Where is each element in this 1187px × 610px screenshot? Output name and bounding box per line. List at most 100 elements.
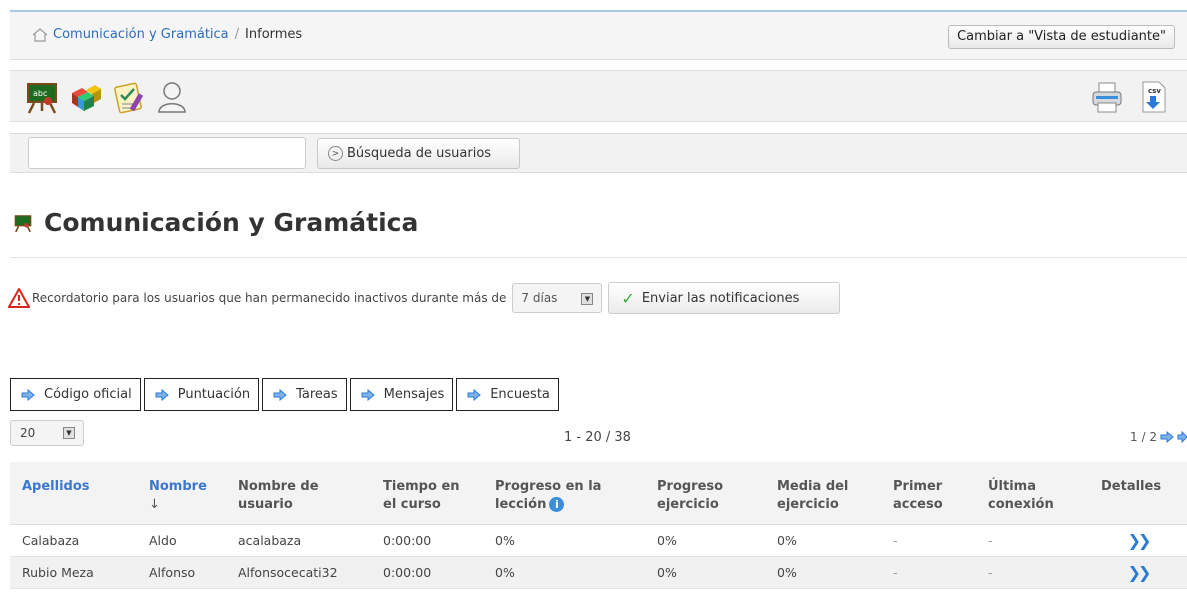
cell-username: acalabaza bbox=[226, 524, 371, 557]
col-lastname[interactable]: Apellidos bbox=[10, 462, 137, 525]
cell-first-access: - bbox=[881, 556, 976, 589]
svg-text:csv: csv bbox=[1148, 87, 1161, 95]
col-last-label-1: Última bbox=[988, 479, 1037, 494]
cell-lastname: Rubio Meza bbox=[10, 556, 137, 589]
tab-score[interactable]: Puntuación bbox=[143, 378, 260, 411]
col-progress-label-2: lección bbox=[495, 497, 547, 512]
course-board-icon bbox=[14, 214, 32, 232]
tab-label: Encuesta bbox=[490, 387, 550, 402]
col-last-label-2: conexión bbox=[988, 497, 1054, 512]
col-exercise-label-1: Progreso bbox=[657, 479, 724, 494]
arrow-right-icon bbox=[467, 388, 481, 401]
col-avg-label-2: ejercicio bbox=[777, 497, 839, 512]
breadcrumb-current: Informes bbox=[245, 27, 303, 42]
col-last-connection[interactable]: Última conexión bbox=[976, 462, 1089, 525]
user-search-button[interactable]: > Búsqueda de usuarios bbox=[317, 138, 520, 169]
result-range: 1 - 20 / 38 bbox=[564, 430, 631, 445]
checkmark-icon: ✓ bbox=[621, 288, 635, 308]
checklist-icon[interactable] bbox=[110, 79, 146, 115]
cell-exercise: 0% bbox=[645, 524, 765, 557]
page-title: Comunicación y Gramática bbox=[12, 208, 418, 237]
cell-avg: 0% bbox=[765, 556, 881, 589]
search-bar: > Búsqueda de usuarios bbox=[10, 133, 1187, 173]
breadcrumb-course-link[interactable]: Comunicación y Gramática bbox=[53, 27, 229, 42]
reminder-text: Recordatorio para los usuarios que han p… bbox=[32, 291, 507, 305]
cell-progress: 0% bbox=[483, 524, 645, 557]
col-progress-label-1: Progreso en la bbox=[495, 479, 602, 494]
inactive-days-select[interactable]: 7 días ▼ bbox=[512, 283, 603, 313]
inactive-days-value: 7 días bbox=[521, 291, 558, 305]
tab-survey[interactable]: Encuesta bbox=[456, 378, 559, 411]
cell-firstname: Alfonso bbox=[137, 556, 226, 589]
per-page-select[interactable]: 20 ▼ bbox=[10, 420, 84, 446]
send-notifications-button[interactable]: ✓ Enviar las notificaciones bbox=[608, 282, 841, 314]
cell-time: 0:00:00 bbox=[371, 524, 483, 557]
info-icon[interactable]: i bbox=[549, 497, 565, 512]
details-chevron-icon[interactable]: ❯❯ bbox=[1128, 563, 1152, 582]
next-page-icon[interactable] bbox=[1159, 431, 1175, 443]
last-page-icon[interactable] bbox=[1177, 431, 1187, 443]
csv-export-icon[interactable]: csv bbox=[1135, 79, 1171, 115]
cell-details: ❯❯ bbox=[1089, 524, 1187, 557]
breadcrumb-bar: Comunicación y Gramática / Informes Camb… bbox=[10, 12, 1187, 60]
table-header-row: Apellidos Nombre ↓ Nombre de usuario Tiemp… bbox=[10, 462, 1187, 525]
col-time-label-1: Tiempo en bbox=[383, 479, 460, 494]
col-firstname[interactable]: Nombre ↓ bbox=[137, 462, 226, 525]
col-first-label-2: acceso bbox=[893, 497, 943, 512]
col-time[interactable]: Tiempo en el curso bbox=[371, 462, 483, 525]
inactivity-reminder: Recordatorio para los usuarios que han p… bbox=[8, 282, 841, 314]
chevron-right-icon: > bbox=[328, 146, 343, 161]
home-icon[interactable] bbox=[32, 27, 48, 42]
tab-label: Tareas bbox=[296, 387, 338, 402]
col-time-label-2: el curso bbox=[383, 497, 441, 512]
dropdown-arrow-icon: ▼ bbox=[63, 427, 75, 439]
table-row: Calabaza Aldo acalabaza 0:00:00 0% 0% 0%… bbox=[10, 524, 1187, 557]
col-exercise-progress[interactable]: Progreso ejercicio bbox=[645, 462, 765, 525]
col-details: Detalles bbox=[1089, 462, 1187, 525]
cell-avg: 0% bbox=[765, 524, 881, 557]
tab-tasks[interactable]: Tareas bbox=[262, 378, 347, 411]
breadcrumb-separator: / bbox=[234, 27, 240, 42]
per-page-value: 20 bbox=[20, 426, 36, 440]
warning-icon bbox=[8, 288, 30, 308]
print-icon[interactable] bbox=[1089, 79, 1125, 115]
user-search-label: Búsqueda de usuarios bbox=[347, 146, 492, 161]
col-first-access[interactable]: Primer acceso bbox=[881, 462, 976, 525]
details-chevron-icon[interactable]: ❯❯ bbox=[1128, 531, 1152, 550]
tab-label: Mensajes bbox=[383, 387, 445, 402]
toolbar: abc csv bbox=[10, 70, 1187, 122]
page-info: 1 / 2 bbox=[1130, 430, 1157, 444]
col-username-label-2: usuario bbox=[238, 497, 293, 512]
table-row: Rubio Meza Alfonso Alfonsocecati32 0:00:… bbox=[10, 556, 1187, 589]
user-icon[interactable] bbox=[154, 79, 190, 115]
cell-firstname: Aldo bbox=[137, 524, 226, 557]
col-lastname-label: Apellidos bbox=[22, 479, 90, 494]
page-title-text: Comunicación y Gramática bbox=[44, 208, 419, 237]
user-search-input[interactable] bbox=[28, 137, 306, 169]
cell-details: ❯❯ bbox=[1089, 556, 1187, 589]
col-exercise-label-2: ejercicio bbox=[657, 497, 719, 512]
svg-text:abc: abc bbox=[33, 89, 47, 98]
col-firstname-label: Nombre bbox=[149, 479, 207, 494]
cell-last-connection: - bbox=[976, 556, 1089, 589]
tab-label: Puntuación bbox=[177, 387, 251, 402]
student-view-button[interactable]: Cambiar a "Vista de estudiante" bbox=[948, 25, 1175, 49]
cell-progress: 0% bbox=[483, 556, 645, 589]
arrow-right-icon bbox=[361, 388, 375, 401]
blocks-icon[interactable] bbox=[68, 79, 104, 115]
col-username[interactable]: Nombre de usuario bbox=[226, 462, 371, 525]
col-avg-label-1: Media del bbox=[777, 479, 849, 494]
dropdown-arrow-icon: ▼ bbox=[581, 293, 594, 305]
col-username-label-1: Nombre de bbox=[238, 479, 319, 494]
col-lesson-progress[interactable]: Progreso en la lección i bbox=[483, 462, 645, 525]
cell-last-connection: - bbox=[976, 524, 1089, 557]
col-first-label-1: Primer bbox=[893, 479, 943, 494]
arrow-right-icon bbox=[273, 388, 287, 401]
course-board-icon[interactable]: abc bbox=[24, 79, 60, 115]
tab-label: Código oficial bbox=[44, 387, 132, 402]
cell-username: Alfonsocecati32 bbox=[226, 556, 371, 589]
tab-messages[interactable]: Mensajes bbox=[349, 378, 454, 411]
col-exercise-avg[interactable]: Media del ejercicio bbox=[765, 462, 881, 525]
tab-official-code[interactable]: Código oficial bbox=[10, 378, 141, 411]
sort-desc-icon: ↓ bbox=[149, 497, 160, 512]
